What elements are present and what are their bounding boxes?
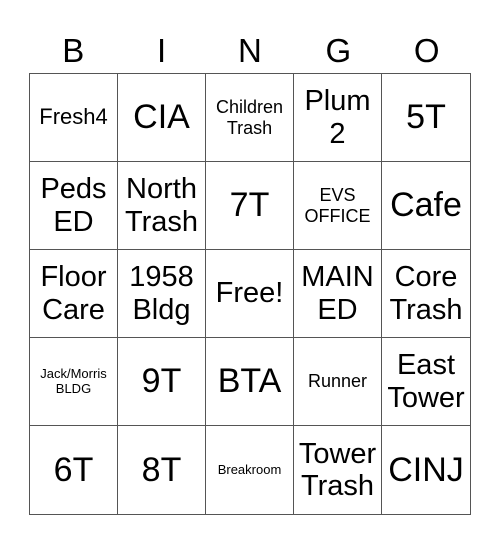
cell-label: 6T — [53, 450, 94, 489]
header-letter-g: G — [325, 32, 352, 69]
bingo-cell[interactable]: Children Trash — [206, 74, 294, 162]
cell-label: 5T — [406, 98, 446, 137]
bingo-cell[interactable]: 5T — [382, 74, 470, 162]
bingo-cell[interactable]: Runner — [294, 338, 382, 426]
bingo-cell[interactable]: Jack/Morris BLDG — [30, 338, 118, 426]
bingo-cell[interactable]: 7T — [206, 162, 294, 250]
cell-label: 7T — [229, 186, 270, 225]
cell-label: North Trash — [124, 173, 199, 238]
cell-label: 1958 Bldg — [129, 261, 194, 326]
bingo-cell[interactable]: Core Trash — [382, 250, 470, 338]
bingo-cell[interactable]: 6T — [30, 426, 118, 514]
cell-label: 8T — [141, 450, 182, 489]
cell-label: East Tower — [387, 349, 465, 414]
bingo-cell[interactable]: CINJ — [382, 426, 470, 514]
cell-label: CIA — [133, 98, 190, 137]
bingo-cell[interactable]: Tower Trash — [294, 426, 382, 514]
cell-label: Fresh4 — [39, 104, 108, 130]
cell-label: BTA — [217, 362, 282, 401]
bingo-cell[interactable]: North Trash — [118, 162, 206, 250]
cell-label: 9T — [141, 362, 182, 401]
cell-label: EVS OFFICE — [304, 185, 371, 226]
cell-label: Tower Trash — [298, 437, 377, 502]
cell-label: Peds ED — [40, 173, 107, 238]
header-letter-o: O — [413, 32, 440, 69]
bingo-cell[interactable]: 8T — [118, 426, 206, 514]
cell-label: CINJ — [388, 450, 464, 489]
cell-label: Floor Care — [40, 261, 107, 326]
bingo-cell-free[interactable]: Free! — [206, 250, 294, 338]
bingo-cell[interactable]: East Tower — [382, 338, 470, 426]
header-letter-b: B — [62, 32, 85, 69]
bingo-cell[interactable]: Fresh4 — [30, 74, 118, 162]
bingo-cell[interactable]: Breakroom — [206, 426, 294, 514]
bingo-header: B I N G O — [29, 30, 471, 72]
bingo-cell[interactable]: BTA — [206, 338, 294, 426]
cell-label: Cafe — [390, 186, 462, 225]
bingo-cell[interactable]: EVS OFFICE — [294, 162, 382, 250]
cell-label: Jack/Morris BLDG — [40, 365, 107, 396]
bingo-cell[interactable]: 9T — [118, 338, 206, 426]
bingo-cell[interactable]: Floor Care — [30, 250, 118, 338]
cell-label: Children Trash — [215, 97, 284, 138]
bingo-grid: Fresh4 CIA Children Trash Plum 2 5T Peds ED No… — [29, 73, 471, 515]
bingo-cell[interactable]: 1958 Bldg — [118, 250, 206, 338]
cell-label: Plum 2 — [304, 85, 371, 150]
cell-label: MAIN ED — [301, 261, 374, 326]
bingo-cell[interactable]: Cafe — [382, 162, 470, 250]
cell-label: Free! — [215, 277, 284, 310]
bingo-cell[interactable]: MAIN ED — [294, 250, 382, 338]
header-letter-i: I — [157, 32, 167, 69]
cell-label: Core Trash — [389, 261, 463, 326]
bingo-cell[interactable]: Plum 2 — [294, 74, 382, 162]
header-letter-n: N — [238, 32, 262, 69]
cell-label: Runner — [307, 371, 368, 392]
bingo-cell[interactable]: CIA — [118, 74, 206, 162]
cell-label: Breakroom — [217, 461, 282, 477]
bingo-cell[interactable]: Peds ED — [30, 162, 118, 250]
